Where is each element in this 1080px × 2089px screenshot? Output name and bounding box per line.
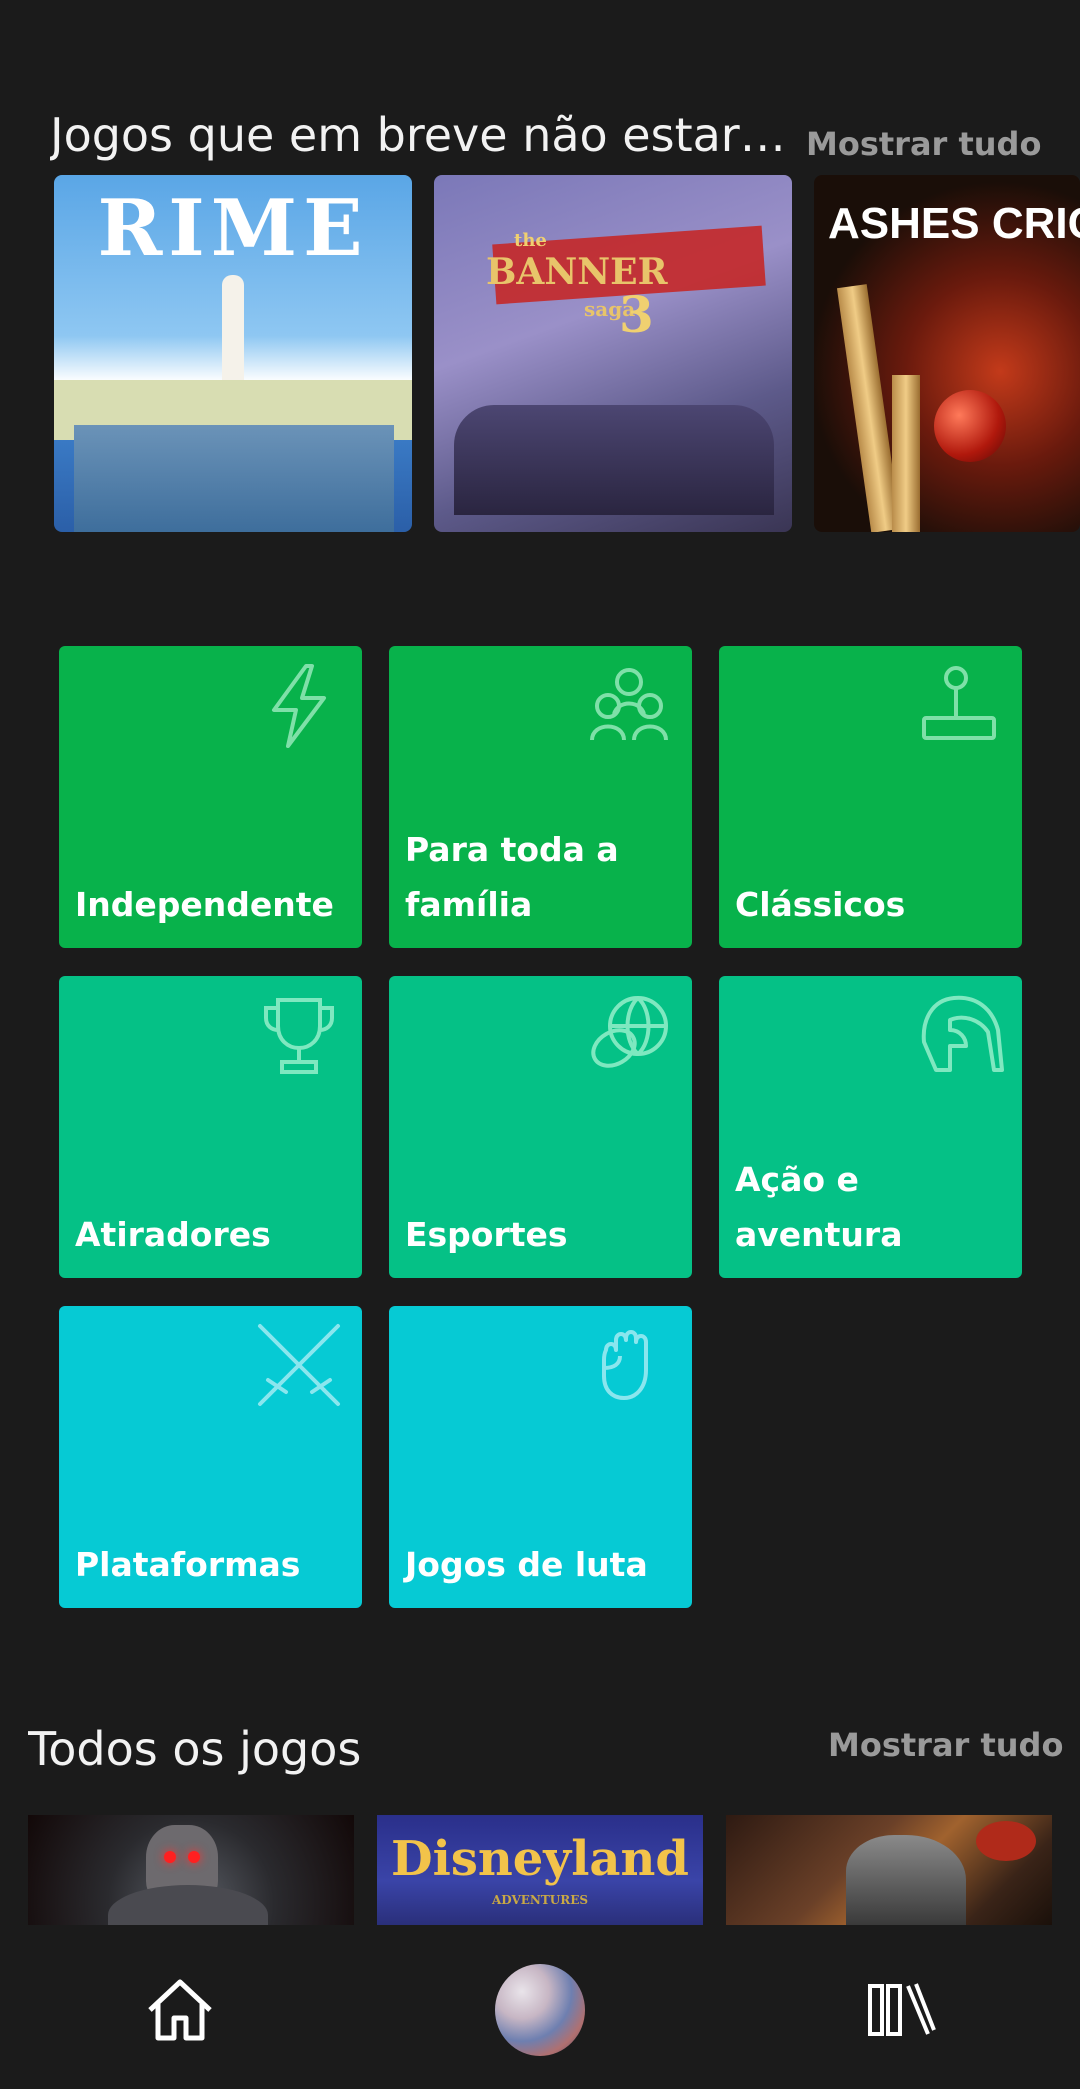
- trophy-icon: [254, 990, 344, 1080]
- home-icon: [144, 1974, 216, 2046]
- category-tile-atiradores[interactable]: Atiradores: [59, 976, 362, 1278]
- joystick-icon: [914, 660, 1004, 750]
- disneyland-logo: Disneyland: [390, 1831, 689, 1887]
- category-label: Ação e aventura: [735, 1160, 903, 1254]
- game-thumb-warrior[interactable]: [726, 1815, 1052, 1925]
- show-all-games-link[interactable]: Mostrar tudo: [828, 1726, 1063, 1764]
- disneyland-subtitle: ADVENTURES: [491, 1893, 589, 1907]
- cliff-face-shape: [74, 425, 394, 532]
- game-card-ashes-cricket[interactable]: ASHES CRIC: [814, 175, 1080, 532]
- game-card-banner-saga[interactable]: the BANNER saga 3: [434, 175, 792, 532]
- category-tile-plataformas[interactable]: Plataformas: [59, 1306, 362, 1608]
- category-tile-familia[interactable]: Para toda a família: [389, 646, 692, 948]
- lightning-icon: [254, 660, 344, 750]
- ogre-eye-right: [188, 1851, 200, 1863]
- stump-shape-2: [892, 375, 920, 532]
- category-tile-jogos-de-luta[interactable]: Jogos de luta: [389, 1306, 692, 1608]
- section-title-leaving: Jogos que em breve não estarão disponíve…: [50, 108, 802, 162]
- crossed-swords-icon: [254, 1320, 344, 1410]
- category-label: Independente: [75, 885, 334, 924]
- category-label: Plataformas: [75, 1545, 301, 1584]
- library-button[interactable]: [855, 1965, 945, 2055]
- fist-icon: [584, 1320, 674, 1410]
- category-label: Clássicos: [735, 885, 906, 924]
- avatar: [495, 1964, 585, 2056]
- section-title-all-games: Todos os jogos: [28, 1722, 362, 1776]
- home-button[interactable]: [135, 1965, 225, 2055]
- tower-shape: [222, 275, 244, 395]
- rime-logo: RIME: [97, 183, 369, 274]
- ashes-cricket-title: ASHES CRIC: [828, 199, 1080, 248]
- category-tile-acao-aventura[interactable]: Ação e aventura: [719, 976, 1022, 1278]
- category-tile-independente[interactable]: Independente: [59, 646, 362, 948]
- ogre-body-shape: [108, 1885, 268, 1925]
- show-all-leaving-link[interactable]: Mostrar tudo: [806, 125, 1041, 163]
- game-thumb-ogre[interactable]: [28, 1815, 354, 1925]
- spartan-helmet-icon: [914, 990, 1004, 1080]
- banner-saga-logo-number: 3: [619, 285, 654, 344]
- cricket-ball-shape: [934, 390, 1006, 462]
- game-card-rime[interactable]: RIME: [54, 175, 412, 532]
- category-label: Para toda a família: [405, 830, 619, 924]
- game-thumb-disneyland[interactable]: Disneyland ADVENTURES: [377, 1815, 703, 1925]
- warrior-armor-shape: [846, 1835, 966, 1925]
- category-label: Atiradores: [75, 1215, 271, 1254]
- category-tile-esportes[interactable]: Esportes: [389, 976, 692, 1278]
- category-label: Esportes: [405, 1215, 568, 1254]
- bottom-navigation-bar: [0, 1925, 1080, 2089]
- library-icon: [864, 1974, 936, 2046]
- ogre-eye-left: [164, 1851, 176, 1863]
- category-label: Jogos de luta: [405, 1545, 648, 1584]
- characters-shape: [454, 405, 774, 515]
- group-icon: [584, 660, 674, 750]
- warrior-crest-shape: [976, 1821, 1036, 1861]
- category-tile-classicos[interactable]: Clássicos: [719, 646, 1022, 948]
- profile-button[interactable]: [495, 1964, 585, 2056]
- sports-ball-icon: [584, 990, 674, 1080]
- banner-saga-logo-the: the: [514, 230, 547, 251]
